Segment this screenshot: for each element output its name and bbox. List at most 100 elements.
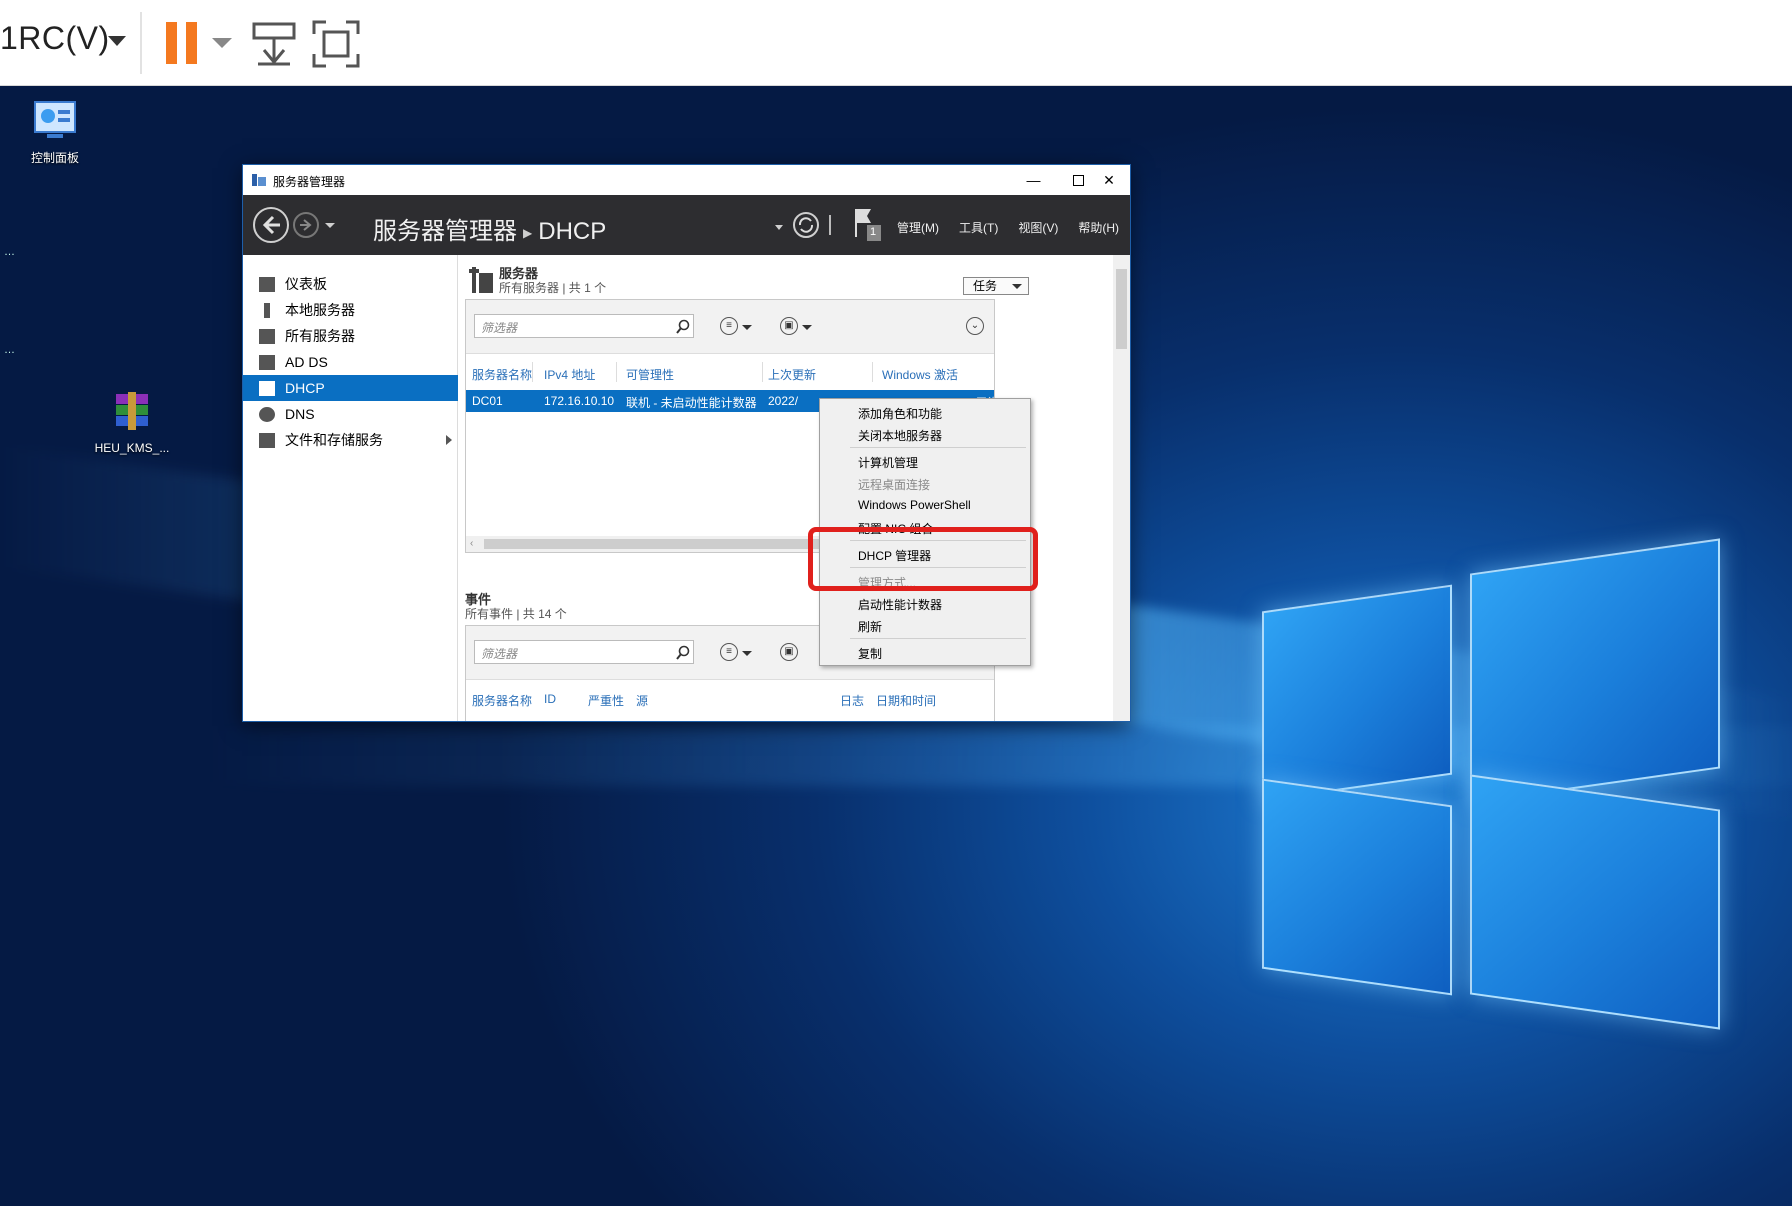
dhcp-icon (259, 380, 275, 396)
sidebar: 仪表板 本地服务器 所有服务器 AD DS DHCP DNS 文件和存储服务 (243, 255, 458, 721)
breadcrumb-root[interactable]: 服务器管理器 (373, 218, 517, 245)
servers-tasks-button[interactable]: 任务 (963, 277, 1029, 295)
menu-item-shutdown-local-server[interactable]: 关闭本地服务器 (858, 427, 942, 444)
expand-icon[interactable]: ⌄ (966, 317, 984, 335)
column-header-server-name[interactable]: 服务器名称 (472, 692, 532, 709)
pause-dropdown-icon[interactable] (212, 38, 232, 48)
scrollbar-thumb[interactable] (1116, 269, 1127, 349)
arrow-right-icon (300, 219, 312, 231)
chevron-down-icon[interactable] (742, 651, 752, 656)
pause-button[interactable] (166, 22, 200, 64)
column-header-server-name[interactable]: 服务器名称 (472, 366, 532, 383)
local-server-icon (264, 302, 270, 318)
cell-ipv4: 172.16.10.10 (544, 394, 615, 408)
menu-item-copy[interactable]: 复制 (858, 645, 882, 662)
breadcrumb-separator-icon: ▶ (523, 225, 533, 240)
sidebar-item-dhcp[interactable]: DHCP (243, 375, 458, 401)
chevron-right-icon[interactable] (446, 435, 452, 445)
sidebar-item-label: 仪表板 (285, 276, 327, 292)
column-header-source[interactable]: 源 (636, 692, 648, 709)
events-filter-input[interactable]: 筛选器 (474, 640, 694, 664)
edge-marker: … (4, 246, 15, 258)
sidebar-item-dns[interactable]: DNS (243, 401, 458, 427)
close-button[interactable]: ✕ (1086, 165, 1130, 195)
breadcrumb-dropdown-icon[interactable] (775, 225, 783, 230)
desktop-icon-control-panel[interactable]: 控制面板 (7, 100, 103, 166)
dashboard-icon (259, 276, 275, 292)
edge-marker: … (4, 344, 15, 356)
window-title: 服务器管理器 (273, 175, 346, 189)
breadcrumb-current: DHCP (538, 218, 607, 245)
sidebar-item-label: DHCP (285, 380, 325, 396)
chevron-down-icon[interactable] (802, 325, 812, 330)
sidebar-item-ad-ds[interactable]: AD DS (243, 349, 458, 375)
forward-button[interactable] (293, 212, 319, 238)
sidebar-item-label: DNS (285, 406, 315, 422)
fullscreen-icon[interactable] (312, 20, 360, 68)
window-titlebar[interactable]: 服务器管理器 — ✕ (243, 165, 1130, 195)
menu-item-add-roles[interactable]: 添加角色和功能 (858, 405, 942, 422)
search-icon[interactable] (676, 319, 690, 335)
menu-item-start-perf-counters[interactable]: 启动性能计数器 (858, 596, 942, 613)
menu-separator (850, 638, 1026, 639)
menu-manage[interactable]: 管理(M) (893, 219, 943, 236)
chevron-down-icon[interactable] (108, 36, 126, 46)
minimize-button[interactable]: — (1011, 165, 1056, 195)
sidebar-item-file-storage[interactable]: 文件和存储服务 (243, 427, 458, 453)
column-divider (762, 362, 763, 382)
column-header-severity[interactable]: 严重性 (588, 692, 624, 709)
scroll-left-icon[interactable]: ‹ (470, 536, 473, 552)
vm-toolbar: 1RC(V) (0, 0, 1792, 86)
sidebar-item-dashboard[interactable]: 仪表板 (243, 271, 458, 297)
cell-last-update: 2022/ (768, 394, 799, 408)
save-query-icon[interactable]: ▣ (780, 643, 798, 661)
dns-icon (259, 406, 275, 422)
ad-ds-icon (259, 354, 275, 370)
menu-view[interactable]: 视图(V) (1014, 219, 1062, 236)
send-keys-icon[interactable] (252, 20, 296, 66)
refresh-button[interactable] (793, 212, 819, 238)
back-button[interactable] (253, 207, 289, 243)
arrow-left-icon (262, 215, 280, 235)
list-options-icon[interactable]: ≡ (720, 643, 738, 661)
sidebar-item-all-servers[interactable]: 所有服务器 (243, 323, 458, 349)
sidebar-item-local-server[interactable]: 本地服务器 (243, 297, 458, 323)
column-header-windows-activation[interactable]: Windows 激活 (882, 366, 958, 383)
search-icon[interactable] (676, 645, 690, 661)
header-bar: 服务器管理器 ▶ DHCP 1 管理(M) 工具(T) 视图(V) 帮助(H) (243, 195, 1130, 255)
flag-icon (855, 209, 881, 241)
events-section-subtitle: 所有事件 | 共 14 个 (465, 607, 567, 621)
windows-logo-pane (1262, 584, 1452, 802)
column-header-manageability[interactable]: 可管理性 (626, 366, 674, 383)
column-header-last-update[interactable]: 上次更新 (768, 366, 816, 383)
sidebar-item-label: 文件和存储服务 (285, 432, 383, 448)
menu-bar: 管理(M) 工具(T) 视图(V) 帮助(H) (893, 219, 1123, 236)
cell-manageability: 联机 - 未启动性能计数器 (626, 396, 757, 410)
chevron-down-icon[interactable] (742, 325, 752, 330)
save-query-icon[interactable]: ▣ (780, 317, 798, 335)
column-divider (872, 362, 873, 382)
sidebar-item-label: AD DS (285, 354, 328, 370)
main-vertical-scrollbar[interactable] (1113, 255, 1130, 721)
notifications-button[interactable]: 1 (853, 207, 883, 243)
vm-menu-button[interactable]: 1RC(V) (0, 20, 110, 57)
notification-count: 1 (870, 226, 877, 238)
menu-tools[interactable]: 工具(T) (955, 219, 1002, 236)
list-options-icon[interactable]: ≡ (720, 317, 738, 335)
column-header-log[interactable]: 日志 (840, 692, 864, 709)
column-header-datetime[interactable]: 日期和时间 (876, 692, 936, 709)
menu-item-computer-management[interactable]: 计算机管理 (858, 454, 918, 471)
sidebar-item-label: 本地服务器 (285, 302, 355, 318)
menu-item-refresh[interactable]: 刷新 (858, 618, 882, 635)
servers-filter-input[interactable]: 筛选器 (474, 314, 694, 338)
windows-logo-pane (1262, 778, 1452, 996)
all-servers-icon (259, 328, 275, 344)
file-storage-icon (259, 432, 275, 448)
desktop-icon-heu-kms[interactable]: HEU_KMS_... (84, 392, 180, 455)
column-header-id[interactable]: ID (544, 692, 556, 706)
column-header-ipv4[interactable]: IPv4 地址 (544, 366, 595, 383)
menu-help[interactable]: 帮助(H) (1074, 219, 1123, 236)
menu-item-windows-powershell[interactable]: Windows PowerShell (858, 498, 971, 512)
history-dropdown-icon[interactable] (325, 223, 335, 228)
header-divider (829, 215, 831, 235)
